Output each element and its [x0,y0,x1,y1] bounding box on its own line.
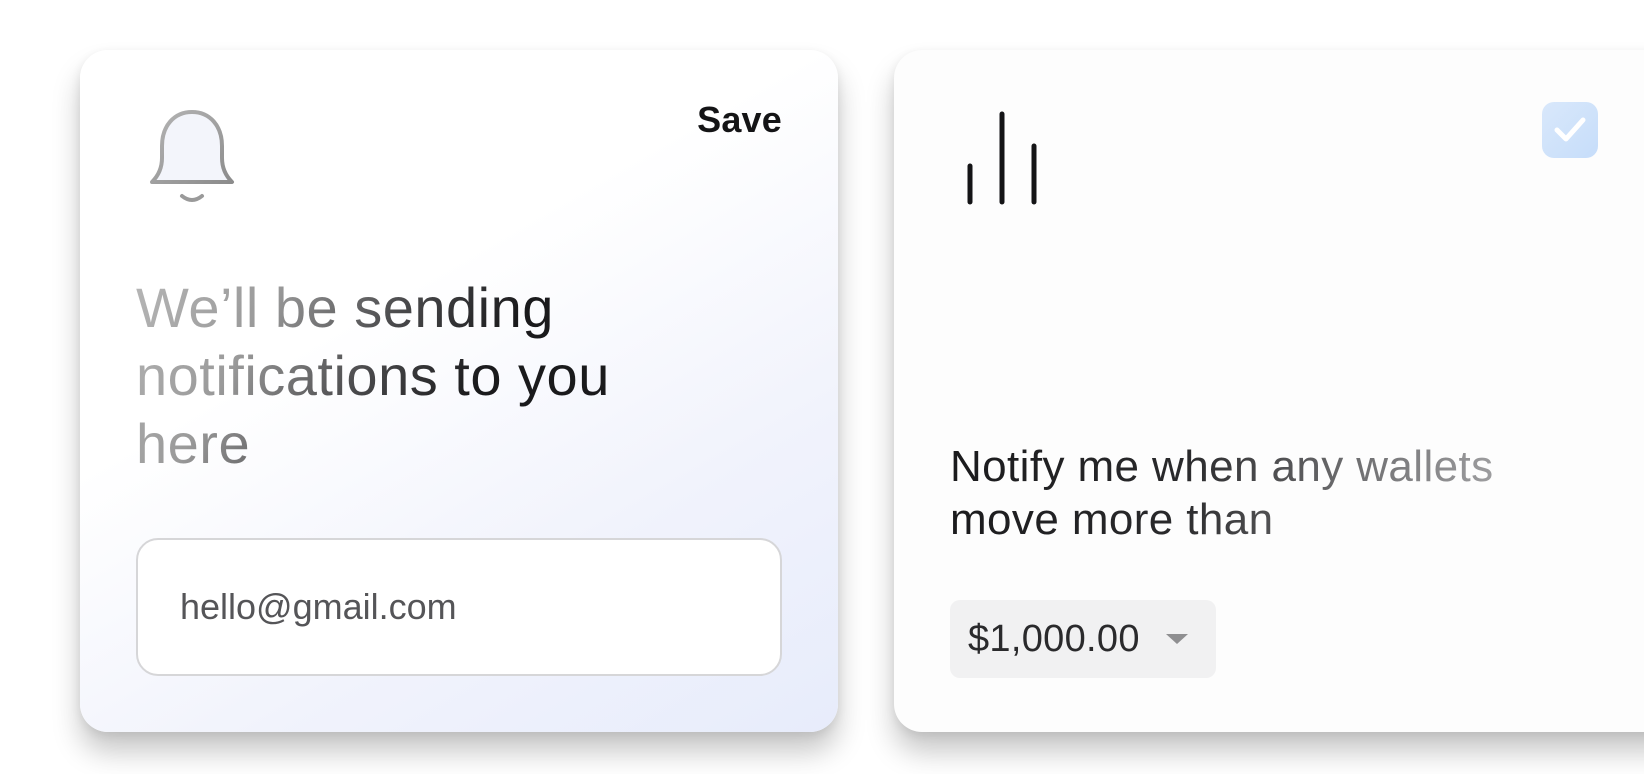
save-button[interactable]: Save [697,102,782,138]
wallet-alert-card: Notify me when any wallets move more tha… [894,50,1644,732]
alert-enabled-checkbox[interactable] [1542,102,1598,158]
email-notification-card: Save We’ll be sending notifications to y… [80,50,838,732]
amount-value: $1,000.00 [968,617,1140,660]
notification-headline: We’ll be sending notifications to you he… [136,274,696,478]
checkmark-icon [1554,117,1586,142]
chevron-down-icon [1166,634,1188,644]
bell-icon [150,110,234,202]
email-field[interactable] [136,538,782,676]
alert-description: Notify me when any wallets move more tha… [950,440,1570,546]
amount-threshold-select[interactable]: $1,000.00 [950,600,1216,678]
activity-bars-icon [967,111,1037,205]
